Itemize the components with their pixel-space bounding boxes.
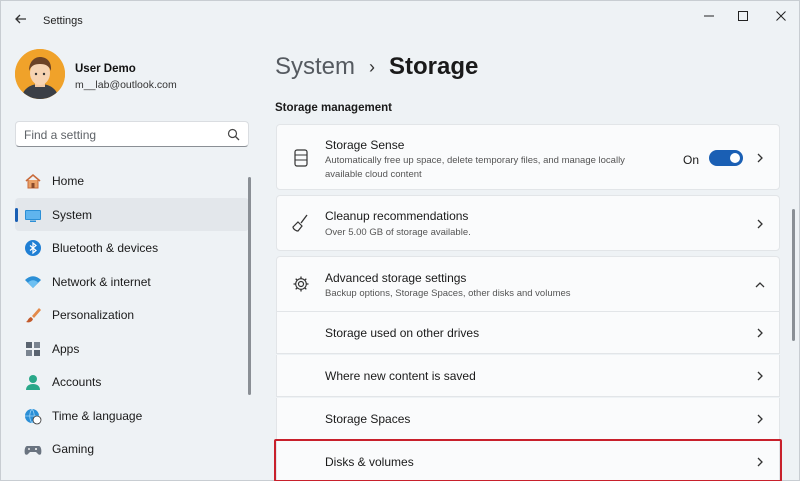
sidebar-scrollbar[interactable] (248, 177, 251, 395)
breadcrumb: System › Storage (275, 51, 478, 83)
sidebar-item-label: Home (52, 174, 85, 188)
breadcrumb-parent[interactable]: System (275, 53, 355, 81)
brush-icon (24, 306, 42, 324)
maximize-button[interactable] (732, 7, 754, 25)
sidebar-item-personalization[interactable]: Personalization (15, 298, 249, 332)
card-description: Over 5.00 GB of storage available. (325, 227, 471, 238)
gamepad-icon (24, 440, 42, 458)
close-icon (776, 11, 786, 21)
settings-window: Settings User Demo m__lab@outlook.com Fi… (0, 0, 800, 481)
chevron-right-icon (757, 219, 763, 229)
search-icon (227, 128, 240, 141)
app-title: Settings (43, 15, 83, 27)
sidebar-item-label: Personalization (52, 308, 135, 322)
chevron-up-icon[interactable] (755, 280, 765, 290)
sub-item-label: Storage used on other drives (325, 326, 480, 340)
home-icon (24, 172, 42, 190)
bluetooth-icon (24, 239, 42, 257)
page-title: Storage (389, 53, 479, 80)
card-description: Backup options, Storage Spaces, other di… (325, 288, 571, 299)
wifi-icon (24, 273, 42, 291)
minimize-button[interactable] (698, 7, 720, 25)
sidebar-item-label: Accounts (52, 375, 102, 389)
card-title: Storage Sense (325, 138, 405, 152)
sidebar-item-bluetooth[interactable]: Bluetooth & devices (15, 231, 249, 265)
maximize-icon (738, 11, 748, 21)
minimize-icon (704, 15, 714, 17)
breadcrumb-separator: › (369, 56, 376, 77)
avatar (15, 49, 65, 99)
cleanup-recommendations-card[interactable]: Cleanup recommendations Over 5.00 GB of … (276, 195, 780, 251)
title-bar: Settings (1, 1, 800, 35)
system-icon (24, 206, 42, 224)
profile-email: m__lab@outlook.com (75, 79, 177, 91)
chevron-right-icon (757, 371, 763, 381)
broom-icon (291, 213, 311, 233)
sidebar-item-gaming[interactable]: Gaming (15, 432, 249, 466)
user-profile[interactable]: User Demo m__lab@outlook.com (15, 49, 255, 103)
globe-clock-icon (24, 407, 42, 425)
sidebar-item-system[interactable]: System (15, 197, 249, 231)
profile-name: User Demo (75, 63, 136, 75)
card-title: Advanced storage settings (325, 271, 467, 285)
sub-item-label: Disks & volumes (325, 455, 414, 469)
card-title: Cleanup recommendations (325, 209, 469, 223)
sub-item-label: Where new content is saved (325, 369, 476, 383)
chevron-right-icon (757, 328, 763, 338)
chevron-right-icon (757, 457, 763, 467)
sidebar-item-home[interactable]: Home (15, 164, 249, 198)
storage-used-other-drives-row[interactable]: Storage used on other drives (276, 312, 780, 354)
sidebar-item-label: Bluetooth & devices (52, 241, 159, 255)
search-input[interactable] (24, 127, 224, 143)
search-box[interactable] (15, 121, 249, 147)
sidebar-item-apps[interactable]: Apps (15, 332, 249, 366)
back-button[interactable] (13, 11, 29, 27)
sidebar-item-label: Apps (52, 341, 80, 356)
sidebar-item-time-language[interactable]: Time & language (15, 399, 249, 433)
sidebar-nav: Home System Bluetooth & devices Network … (15, 164, 249, 466)
sidebar-item-label: Network & internet (52, 274, 151, 289)
active-indicator (15, 207, 18, 222)
disks-volumes-row[interactable]: Disks & volumes (276, 441, 780, 481)
storage-drive-icon (291, 148, 311, 168)
sidebar-item-label: System (52, 207, 93, 222)
advanced-storage-settings-card[interactable]: Advanced storage settings Backup options… (276, 256, 780, 312)
toggle-knob (730, 153, 740, 163)
sidebar-item-label: Gaming (52, 442, 95, 456)
section-title: Storage management (275, 102, 392, 114)
sub-item-label: Storage Spaces (325, 412, 411, 426)
chevron-right-icon (757, 153, 763, 163)
apps-icon (24, 340, 42, 358)
gear-icon (291, 274, 311, 294)
toggle-state-label: On (683, 153, 700, 167)
accounts-icon (24, 373, 42, 391)
main-scrollbar[interactable] (792, 209, 795, 341)
arrow-left-icon (15, 14, 26, 24)
close-button[interactable] (770, 7, 792, 25)
sidebar-item-label: Time & language (52, 408, 143, 423)
sidebar-item-accounts[interactable]: Accounts (15, 365, 249, 399)
storage-sense-toggle[interactable] (709, 150, 743, 166)
chevron-right-icon (757, 414, 763, 424)
storage-sense-card[interactable]: Storage Sense Automatically free up spac… (276, 124, 780, 190)
sidebar-item-network[interactable]: Network & internet (15, 265, 249, 299)
card-description: Automatically free up space, delete temp… (325, 155, 625, 180)
where-new-content-saved-row[interactable]: Where new content is saved (276, 355, 780, 397)
storage-spaces-row[interactable]: Storage Spaces (276, 398, 780, 440)
